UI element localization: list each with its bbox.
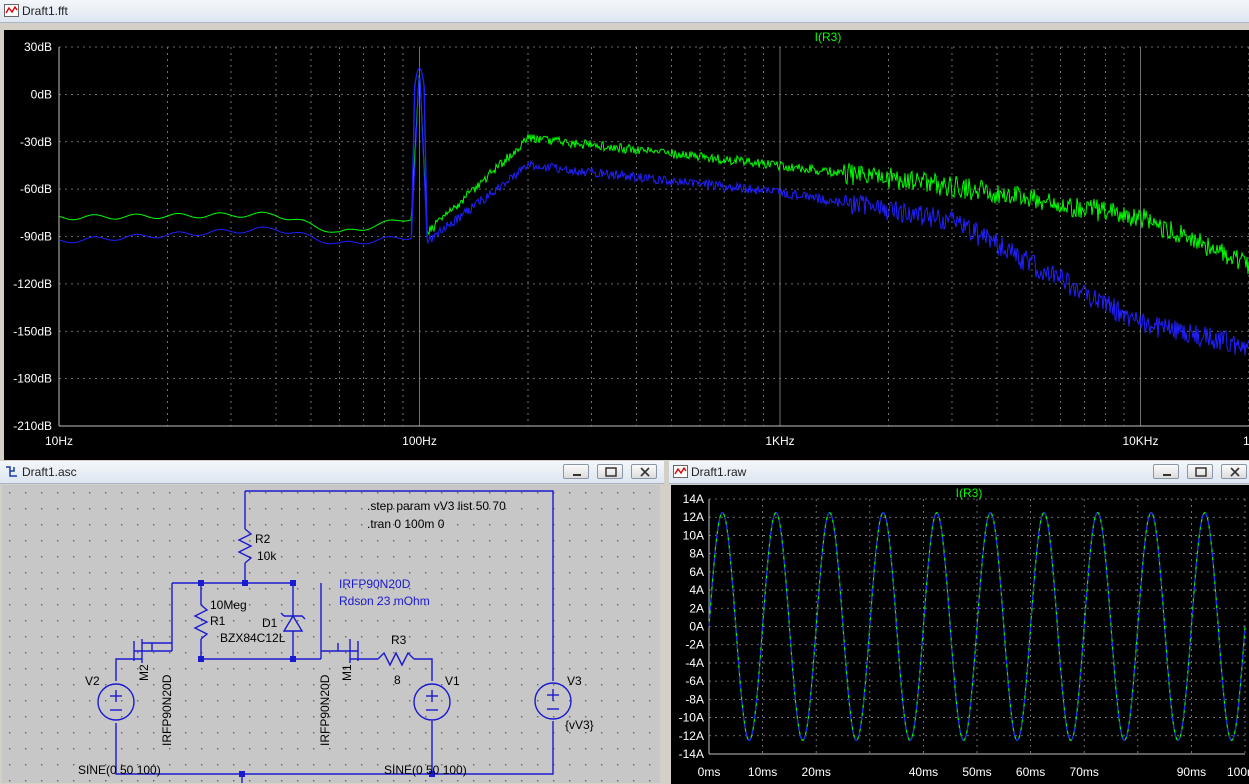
r1-value[interactable]: 10Meg [210, 598, 247, 612]
fft-x-tick: 10KHz [1122, 434, 1158, 448]
transient-x-tick: 10ms [748, 765, 777, 779]
mosfet-note[interactable]: IRFP90N20D [339, 577, 411, 591]
transient-y-tick: 6A [689, 565, 704, 579]
fft-y-tick: 0dB [31, 87, 52, 101]
fft-x-tick: 10 [1243, 434, 1249, 448]
fft-y-tick: -180dB [13, 372, 52, 386]
schematic-icon [4, 465, 19, 478]
restore-button[interactable] [1187, 464, 1213, 479]
schematic-canvas[interactable]: .step param vV3 list 50 70 .tran 0 100m … [2, 485, 660, 783]
transient-y-tick: 2A [689, 601, 704, 615]
waveform-icon [4, 4, 19, 17]
transient-y-tick: -10A [679, 711, 704, 725]
waveform-icon [673, 465, 688, 478]
step-directive[interactable]: .step param vV3 list 50 70 [367, 499, 506, 513]
restore-icon [1188, 465, 1214, 480]
fft-y-tick: -60dB [20, 182, 52, 196]
minimize-icon [1154, 465, 1180, 480]
fft-x-tick: 100Hz [402, 434, 437, 448]
fft-y-tick: 30dB [24, 40, 52, 54]
v1-value[interactable]: SINE(0 50 100) [384, 763, 467, 777]
v3-value[interactable]: {vV3} [565, 718, 594, 732]
close-icon [1222, 465, 1248, 480]
transient-y-tick: 10A [683, 528, 704, 542]
transient-title: Draft1.raw [691, 465, 746, 479]
close-icon [632, 465, 658, 480]
transient-y-tick: -8A [685, 692, 704, 706]
minimize-button[interactable] [1153, 464, 1179, 479]
fft-trace-label[interactable]: I(R3) [815, 30, 842, 44]
d1-model[interactable]: BZX84C12L [220, 631, 286, 645]
minimize-icon [564, 465, 590, 480]
transient-y-tick: -14A [679, 747, 704, 761]
r2-name[interactable]: R2 [255, 532, 271, 546]
rdson-note[interactable]: Rdson 23 mOhm [339, 594, 430, 608]
fft-x-tick: 10Hz [45, 434, 73, 448]
tran-directive[interactable]: .tran 0 100m 0 [367, 517, 445, 531]
v3-name[interactable]: V3 [567, 674, 582, 688]
close-button[interactable] [631, 464, 657, 479]
transient-y-tick: -6A [685, 674, 704, 688]
transient-plot[interactable]: 14A 12A 10A 8A 6A 4A 2A 0A -2A -4A -6A -8A -10A -12A -… [671, 485, 1249, 784]
transient-y-tick: -12A [679, 729, 704, 743]
restore-button[interactable] [597, 464, 623, 479]
r3-value[interactable]: 8 [394, 673, 401, 687]
r1-name[interactable]: R1 [210, 614, 226, 628]
transient-trace-label[interactable]: I(R3) [956, 486, 983, 500]
schematic-window[interactable]: Draft1.asc .step param vV3 list 50 70 .t… [0, 461, 664, 784]
m2-name[interactable]: M2 [137, 664, 151, 681]
r2-value[interactable]: 10k [257, 549, 277, 563]
d1-name[interactable]: D1 [262, 616, 278, 630]
r3-name[interactable]: R3 [391, 633, 407, 647]
v2-value[interactable]: SINE(0 50 100) [78, 763, 161, 777]
m1-name[interactable]: M1 [340, 664, 354, 681]
transient-y-tick: 4A [689, 583, 704, 597]
transient-y-tick: 8A [689, 547, 704, 561]
transient-y-tick: 12A [683, 510, 704, 524]
transient-y-tick: 0A [689, 620, 704, 634]
transient-x-tick: 70ms [1070, 765, 1099, 779]
transient-window[interactable]: Draft1.raw 14A 12A 10A 8A 6A 4A 2A 0A -2A -4A -6A -… [669, 461, 1249, 784]
fft-window[interactable]: Draft1.fft 30dB 0dB -30dB -60dB -90dB -120dB -… [0, 0, 1249, 460]
transient-titlebar[interactable]: Draft1.raw [669, 461, 1249, 484]
schematic-title: Draft1.asc [22, 465, 77, 479]
fft-y-tick: -90dB [20, 230, 52, 244]
transient-x-tick: 40ms [909, 765, 938, 779]
transient-x-tick: 20ms [802, 765, 831, 779]
transient-y-tick: -4A [685, 656, 704, 670]
restore-icon [598, 465, 624, 480]
fft-y-tick: -120dB [13, 277, 52, 291]
transient-y-tick: 14A [683, 492, 704, 506]
fft-y-tick: -30dB [20, 135, 52, 149]
v2-name[interactable]: V2 [85, 674, 100, 688]
fft-titlebar[interactable]: Draft1.fft [0, 0, 1249, 23]
transient-x-tick: 50ms [962, 765, 991, 779]
transient-x-tick: 0ms [698, 765, 721, 779]
transient-x-tick: 90ms [1177, 765, 1206, 779]
v1-name[interactable]: V1 [445, 674, 460, 688]
fft-y-tick: -150dB [13, 324, 52, 338]
fft-y-tick: -210dB [13, 419, 52, 433]
m2-model[interactable]: IRFP90N20D [160, 674, 174, 746]
transient-x-tick: 60ms [1016, 765, 1045, 779]
fft-title: Draft1.fft [22, 4, 68, 18]
fft-plot[interactable]: 30dB 0dB -30dB -60dB -90dB -120dB -150dB -180dB… [0, 28, 1249, 460]
fft-x-tick: 1KHz [765, 434, 794, 448]
schematic-titlebar[interactable]: Draft1.asc [0, 461, 664, 484]
transient-x-tick: 100ms [1227, 765, 1249, 779]
minimize-button[interactable] [563, 464, 589, 479]
transient-y-tick: -2A [685, 638, 704, 652]
m1-model[interactable]: IRFP90N20D [318, 674, 332, 746]
close-button[interactable] [1221, 464, 1247, 479]
